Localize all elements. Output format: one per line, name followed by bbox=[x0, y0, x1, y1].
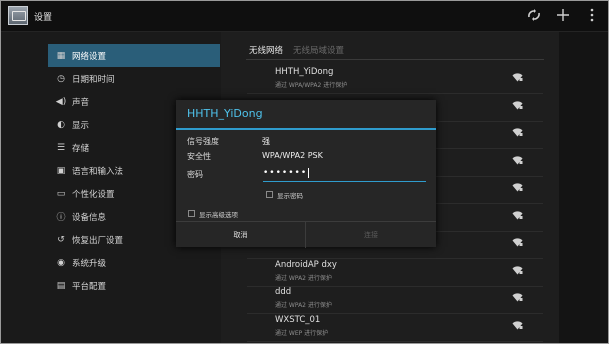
app-title: 设置 bbox=[34, 13, 53, 23]
wifi-scan-icon[interactable] bbox=[527, 8, 541, 22]
wifi-signal-lock-icon bbox=[512, 293, 523, 302]
wifi-connect-dialog: HHTH_YiDong 信号强度 强 安全性 WPA/WPA2 PSK 密码 •… bbox=[176, 100, 436, 248]
network-icon: ▦ bbox=[56, 50, 66, 61]
display-icon: ◐ bbox=[57, 119, 65, 130]
add-icon[interactable] bbox=[556, 8, 570, 22]
wifi-signal-lock-icon bbox=[512, 128, 523, 137]
dialog-title-divider bbox=[176, 128, 436, 130]
network-security: 通过 WEP 进行保护 bbox=[275, 329, 329, 337]
security-value: WPA/WPA2 PSK bbox=[262, 151, 323, 160]
sidebar-item-system-upgrade[interactable]: ◉ 系统升级 bbox=[48, 251, 220, 274]
reset-icon: ↺ bbox=[57, 234, 65, 245]
show-password-label: 显示密码 bbox=[277, 192, 303, 200]
wifi-signal-lock-icon bbox=[512, 155, 523, 164]
dialog-title: HHTH_YiDong bbox=[187, 107, 263, 120]
password-label: 密码 bbox=[187, 170, 203, 179]
sidebar-item-label: 显示 bbox=[72, 120, 90, 131]
sidebar-item-platform[interactable]: ▤ 平台配置 bbox=[48, 274, 220, 297]
wifi-signal-lock-icon bbox=[512, 210, 523, 219]
sidebar-item-label: 平台配置 bbox=[72, 281, 107, 292]
show-advanced-label: 显示高级选项 bbox=[199, 211, 238, 219]
password-input[interactable]: ••••••• bbox=[263, 167, 426, 182]
action-bar: 设置 bbox=[1, 1, 608, 32]
text-caret bbox=[308, 167, 310, 178]
overflow-menu-icon[interactable] bbox=[589, 8, 595, 22]
network-security: 通过 WPA2 进行保护 bbox=[275, 274, 332, 282]
header-divider bbox=[246, 59, 544, 60]
sidebar-item-label: 个性化设置 bbox=[72, 189, 115, 200]
signal-value: 强 bbox=[262, 137, 270, 146]
sidebar-item-datetime[interactable]: ◷ 日期和时间 bbox=[48, 67, 220, 90]
show-advanced-checkbox[interactable] bbox=[188, 210, 195, 217]
clock-icon: ◷ bbox=[57, 73, 65, 84]
sidebar-item-label: 设备信息 bbox=[72, 212, 107, 223]
language-icon: ▣ bbox=[56, 165, 66, 176]
sidebar-item-network[interactable]: ▦ 网络设置 bbox=[48, 44, 220, 67]
network-ssid: ddd bbox=[275, 287, 292, 297]
wifi-signal-lock-icon bbox=[512, 238, 523, 247]
wireless-advanced-header: 无线局域设置 bbox=[293, 46, 345, 56]
signal-label: 信号强度 bbox=[187, 137, 219, 146]
sidebar-item-label: 声音 bbox=[72, 97, 90, 108]
sidebar-item-label: 语言和输入法 bbox=[72, 166, 124, 177]
cancel-button[interactable]: 取消 bbox=[176, 222, 306, 248]
show-password-checkbox[interactable] bbox=[266, 191, 273, 198]
info-icon: ⓘ bbox=[56, 213, 66, 223]
wifi-signal-lock-icon bbox=[512, 265, 523, 274]
sidebar-item-label: 网络设置 bbox=[72, 51, 107, 62]
settings-window: 设置 ▦ 网络设置 ◷ 日期和时间 ◀) 声音 ◐ 显示 ☰ 存储 ▣ 语言和输… bbox=[0, 0, 609, 344]
settings-app-icon bbox=[8, 6, 28, 25]
sidebar-item-label: 存储 bbox=[72, 143, 90, 154]
network-security: 通过 WPA/WPA2 进行保护 bbox=[275, 82, 348, 89]
password-mask: ••••••• bbox=[263, 168, 308, 178]
sidebar-item-label: 恢复出厂设置 bbox=[72, 235, 124, 246]
wifi-signal-lock-icon bbox=[512, 73, 523, 82]
wifi-signal-lock-icon bbox=[512, 320, 523, 329]
network-ssid: AndroidAP dxy bbox=[275, 259, 337, 270]
sidebar-item-label: 系统升级 bbox=[72, 258, 107, 269]
dialog-button-bar: 取消 连接 bbox=[176, 221, 436, 248]
wifi-signal-lock-icon bbox=[512, 100, 523, 109]
connect-button[interactable]: 连接 bbox=[306, 222, 436, 248]
network-ssid: HHTH_YiDong bbox=[275, 67, 334, 77]
upgrade-icon: ◉ bbox=[57, 257, 65, 268]
network-ssid: WXSTC_01 bbox=[275, 314, 321, 325]
network-row[interactable]: WXSTC_01 通过 WEP 进行保护 bbox=[247, 310, 543, 342]
wireless-header: 无线网络 bbox=[249, 46, 284, 56]
storage-icon: ☰ bbox=[56, 142, 66, 153]
platform-icon: ▤ bbox=[56, 280, 66, 291]
monitor-icon: ▭ bbox=[56, 188, 66, 199]
security-label: 安全性 bbox=[187, 152, 211, 161]
network-security: 通过 WPA2 进行保护 bbox=[275, 302, 332, 309]
sound-icon: ◀) bbox=[55, 96, 67, 107]
wifi-signal-lock-icon bbox=[512, 183, 523, 192]
sidebar-item-label: 日期和时间 bbox=[72, 74, 115, 85]
